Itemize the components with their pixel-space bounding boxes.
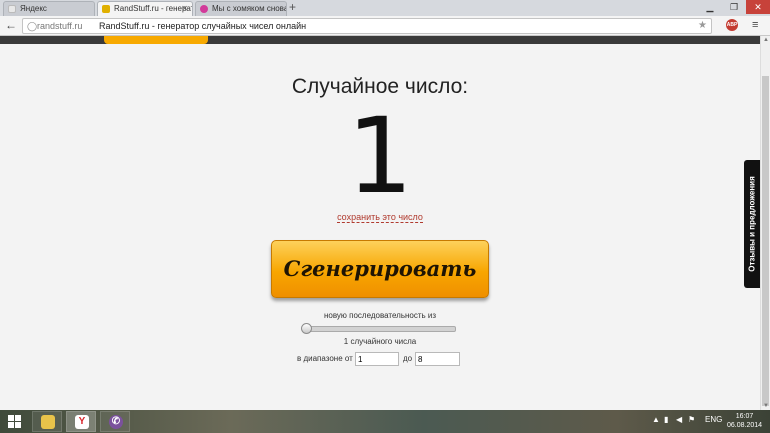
feedback-tab[interactable]: Отзывы и предложения	[744, 160, 760, 288]
sequence-label: новую последовательность из	[323, 311, 437, 320]
taskbar-explorer[interactable]	[32, 411, 62, 432]
count-label: 1 случайного числа	[343, 337, 417, 346]
yandex-browser-icon: Y	[75, 415, 89, 429]
main-content: Случайное число: 1 сохранить это число С…	[0, 44, 760, 410]
volume-icon[interactable]: ◀	[676, 415, 682, 424]
adblock-icon[interactable]: ABP	[726, 19, 738, 31]
clock-time: 16:07	[735, 413, 754, 420]
yandex-favicon-icon	[8, 5, 16, 13]
scroll-down-icon[interactable]: ▼	[763, 403, 769, 409]
action-center-icon[interactable]: ⚑	[688, 415, 695, 424]
clock-date: 06.08.2014	[727, 422, 763, 429]
feedback-label: Отзывы и предложения	[747, 176, 757, 272]
viber-icon: ✆	[109, 415, 123, 429]
scroll-up-icon[interactable]: ▲	[763, 37, 769, 43]
taskbar-yandex-browser[interactable]: Y	[66, 411, 96, 432]
save-number-link[interactable]: сохранить это число	[337, 212, 423, 223]
browser-menu-icon[interactable]: ≡	[752, 19, 758, 31]
close-tab-icon[interactable]: ✕	[181, 4, 188, 13]
save-number-row: сохранить это число	[0, 212, 760, 223]
scroll-thumb[interactable]	[762, 76, 769, 406]
tab-randstuff[interactable]: RandStuff.ru - генерат ✕	[97, 1, 193, 16]
range-from-label: в диапазоне от	[297, 354, 353, 363]
restore-icon[interactable]: ❐	[722, 0, 746, 14]
count-slider-handle[interactable]	[301, 323, 312, 334]
range-to-input[interactable]	[415, 352, 460, 366]
tab-strip: Яндекс RandStuff.ru - генерат ✕ Мы с хом…	[0, 0, 770, 16]
folder-icon	[41, 415, 55, 429]
taskbar-viber[interactable]: ✆	[100, 411, 130, 432]
windows-start-icon[interactable]	[8, 415, 21, 428]
tab-label: Мы с хомяком снова	[212, 4, 287, 13]
range-to-label: до	[403, 354, 413, 363]
range-from-input[interactable]	[355, 352, 399, 366]
minimize-icon[interactable]: ▁	[698, 0, 722, 14]
randstuff-favicon-icon	[102, 5, 110, 13]
navigation-bar: ← ◯ randstuff.ru RandStuff.ru - генерато…	[0, 16, 770, 36]
address-bar[interactable]: ◯ randstuff.ru RandStuff.ru - генератор …	[22, 18, 712, 34]
count-slider-track[interactable]	[304, 326, 456, 332]
network-icon[interactable]: ▮	[664, 415, 668, 424]
page-icon: ◯	[27, 21, 38, 31]
generate-button[interactable]: Сгенерировать	[271, 240, 489, 298]
vk-favicon-icon	[200, 5, 208, 13]
new-tab-button[interactable]: +	[289, 1, 296, 14]
address-domain: randstuff.ru	[37, 21, 83, 31]
site-header-tab[interactable]	[104, 36, 208, 44]
address-page-title: RandStuff.ru - генератор случайных чисел…	[99, 21, 307, 31]
tab-hamster[interactable]: Мы с хомяком снова	[195, 1, 287, 16]
tray-expand-icon[interactable]: ▲	[652, 415, 660, 424]
page-scrollbar[interactable]: ▲ ▼	[760, 36, 770, 410]
window-close-icon[interactable]: ✕	[746, 0, 770, 14]
back-arrow-icon[interactable]: ←	[5, 18, 17, 32]
language-indicator[interactable]: ENG	[705, 415, 722, 424]
bookmark-star-icon[interactable]: ★	[698, 19, 707, 33]
system-clock[interactable]: 16:07 06.08.2014	[727, 412, 762, 430]
random-number: 1	[346, 95, 414, 217]
tab-label: Яндекс	[20, 4, 47, 13]
windows-taskbar: Y ✆ ▲ ▮ ◀ ⚑ ENG 16:07 06.08.2014	[0, 410, 770, 433]
tab-yandex[interactable]: Яндекс	[3, 1, 95, 16]
